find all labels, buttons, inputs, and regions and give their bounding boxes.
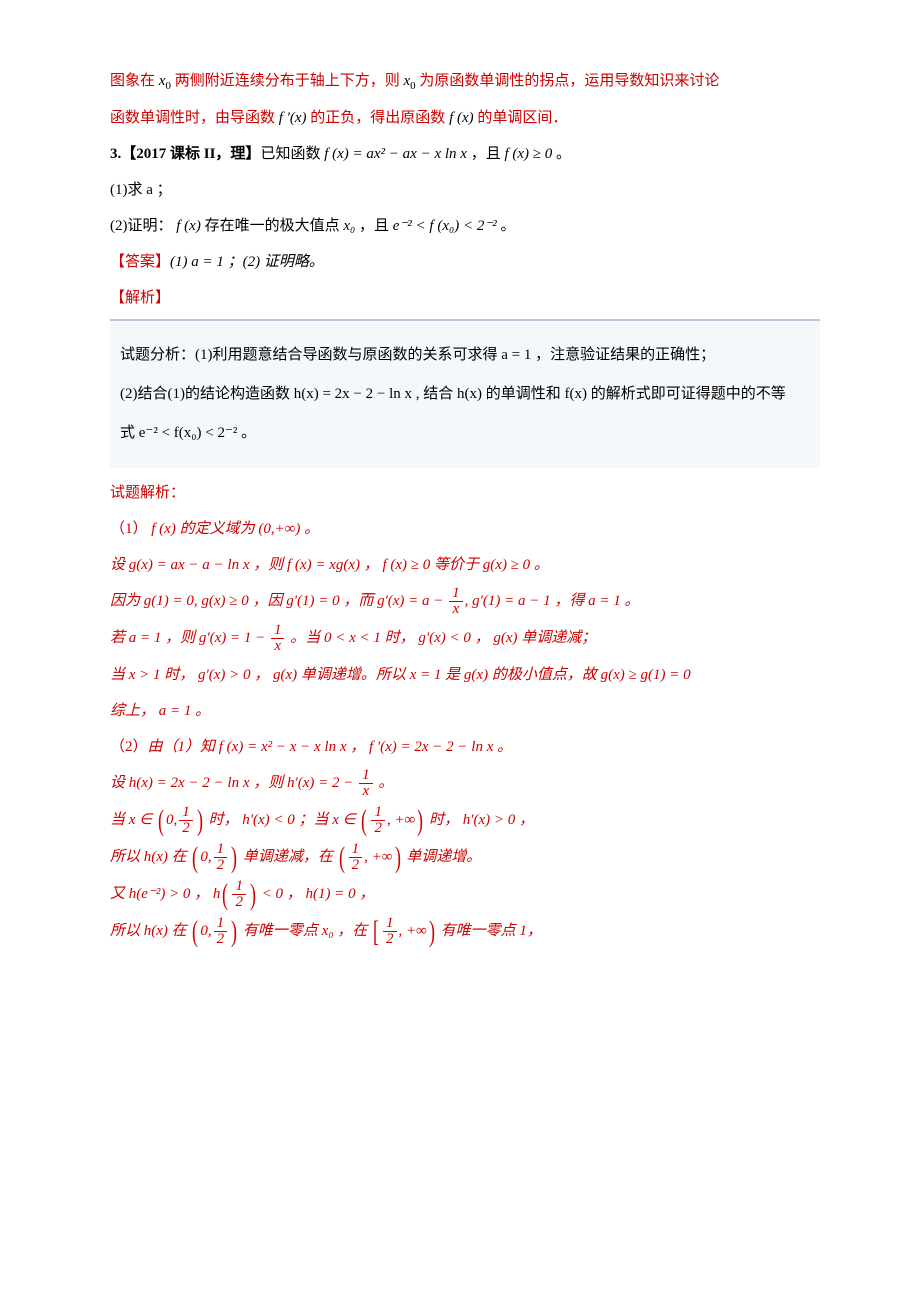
- text: 若 a = 1 ，则 g'(x) = 1 −: [110, 630, 269, 646]
- problem-3-header: 3.【2017 课标 II，理】已知函数 f (x) = ax² − ax − …: [110, 139, 820, 169]
- sol-p2-l1: （2）由（1）知 f (x) = x² − x − x ln x ， f '(x…: [110, 732, 820, 762]
- analysis-label: 【解析】: [110, 283, 820, 313]
- text: (2)证明：: [110, 218, 176, 234]
- text: f (x) 的定义域为 (0,+∞) 。: [148, 521, 320, 537]
- text: 存在唯一的极大值点: [201, 218, 344, 234]
- math: f (x) = ax² − ax − x ln x: [324, 146, 467, 162]
- t: , +∞: [364, 849, 392, 865]
- analysis-line-2: (2)结合(1)的结论构造函数 h(x) = 2x − 2 − ln x , 结…: [120, 378, 810, 411]
- text: 。当 0 < x < 1 时， g'(x) < 0 ， g(x) 单调递减；: [286, 630, 596, 646]
- math: f '(x): [279, 110, 307, 126]
- text: ，且: [467, 146, 505, 162]
- tag: 3.【2017 课标 II，理】: [110, 146, 260, 162]
- analysis-line-1: 试题分析：(1)利用题意结合导函数与原函数的关系可求得 a = 1 ，注意验证结…: [120, 339, 810, 372]
- text: (1) a = 1 ；(2) 证明略。: [170, 254, 324, 270]
- text: 当 x ∈: [110, 812, 156, 828]
- t: 时， h'(x) < 0 ；当 x ∈: [205, 812, 360, 828]
- d: 2: [214, 932, 228, 947]
- t: 0,: [200, 849, 211, 865]
- sol-p1-l6: 综上， a = 1 。: [110, 696, 820, 726]
- label: （1）: [110, 521, 148, 537]
- t: , +∞: [387, 812, 415, 828]
- sol-p1-l4: 若 a = 1 ，则 g'(x) = 1 − 1x 。当 0 < x < 1 时…: [110, 623, 820, 654]
- t: 0,: [200, 923, 211, 939]
- math: f (x): [176, 218, 201, 234]
- n: 1: [232, 879, 246, 895]
- intro-line-2: 函数单调性时，由导函数 f '(x) 的正负，得出原函数 f (x) 的单调区间…: [110, 103, 820, 133]
- label: 【答案】: [110, 254, 170, 270]
- t: 单调递减，在: [239, 849, 337, 865]
- math: x₀: [343, 218, 355, 234]
- d: 2: [371, 821, 385, 836]
- n: 1: [383, 916, 397, 932]
- num: 1: [359, 768, 373, 784]
- sol-p2-l3: 当 x ∈ (0,12) 时， h'(x) < 0 ；当 x ∈ (12, +∞…: [110, 805, 820, 836]
- t: 所以 h(x) 在: [110, 849, 190, 865]
- sol-p2-l5: 又 h(e⁻²) > 0 ， h(12) < 0 ， h(1) = 0 ，: [110, 879, 820, 910]
- n: 1: [179, 805, 193, 821]
- text: 由（1）知 f (x) = x² − x − x ln x ， f '(x) =…: [148, 739, 513, 755]
- analysis-box: 试题分析：(1)利用题意结合导函数与原函数的关系可求得 a = 1 ，注意验证结…: [110, 319, 820, 468]
- math: e⁻² < f (x₀) < 2⁻²: [393, 218, 497, 234]
- n: 1: [371, 805, 385, 821]
- num: 1: [271, 623, 285, 639]
- text: 已知函数: [260, 146, 324, 162]
- sol-p1-l3: 因为 g(1) = 0, g(x) ≥ 0 ，因 g'(1) = 0 ，而 g'…: [110, 586, 820, 617]
- t: , +∞: [399, 923, 427, 939]
- text: 函数单调性时，由导函数: [110, 110, 279, 126]
- t: 所以 h(x) 在: [110, 923, 190, 939]
- math: f (x): [449, 110, 474, 126]
- text: 两侧附近连续分布于轴上下方，则: [171, 73, 404, 89]
- problem-3-q1: (1)求 a ；: [110, 175, 820, 205]
- t: 单调递增。: [403, 849, 482, 865]
- n: 1: [214, 842, 228, 858]
- t: 有唯一零点 1，: [437, 923, 542, 939]
- text: 。: [497, 218, 516, 234]
- text: 的正负，得出原函数: [307, 110, 450, 126]
- text: 。: [375, 775, 394, 791]
- d: 2: [349, 858, 363, 873]
- sol-p1-l2: 设 g(x) = ax − a − ln x ，则 f (x) = xg(x) …: [110, 550, 820, 580]
- t: 0,: [166, 812, 177, 828]
- t: < 0 ， h(1) = 0 ，: [258, 886, 375, 902]
- text: 设 h(x) = 2x − 2 − ln x ，则 h'(x) = 2 −: [110, 775, 357, 791]
- text: ，且: [355, 218, 393, 234]
- text: , g'(1) = a − 1 ，得 a = 1 。: [465, 593, 640, 609]
- den: x: [449, 602, 463, 617]
- t: 有唯一零点 x₀ ，在: [239, 923, 371, 939]
- text: 的单调区间．: [474, 110, 568, 126]
- answer-line: 【答案】(1) a = 1 ；(2) 证明略。: [110, 247, 820, 277]
- label: （2）: [110, 739, 148, 755]
- num: 1: [449, 586, 463, 602]
- sol-p2-l4: 所以 h(x) 在 (0,12) 单调递减，在 (12, +∞) 单调递增。: [110, 842, 820, 873]
- n: 1: [349, 842, 363, 858]
- text: 。: [552, 146, 571, 162]
- sol-p2-l2: 设 h(x) = 2x − 2 − ln x ，则 h'(x) = 2 − 1x…: [110, 768, 820, 799]
- problem-3-q2: (2)证明： f (x) 存在唯一的极大值点 x₀ ，且 e⁻² < f (x₀…: [110, 211, 820, 241]
- analysis-line-3: 式 e⁻² < f(x₀) < 2⁻² 。: [120, 417, 810, 450]
- text: 图象在: [110, 73, 159, 89]
- sol-p2-l6: 所以 h(x) 在 (0,12) 有唯一零点 x₀ ，在 [12, +∞) 有唯…: [110, 916, 820, 947]
- den: x: [271, 639, 285, 654]
- n: 1: [214, 916, 228, 932]
- solution-header: 试题解析：: [110, 478, 820, 508]
- sol-p1-l1: （1） f (x) 的定义域为 (0,+∞) 。: [110, 514, 820, 544]
- den: x: [359, 784, 373, 799]
- math: f (x) ≥ 0: [504, 146, 552, 162]
- d: 2: [232, 895, 246, 910]
- intro-line-1: 图象在 x0 两侧附近连续分布于轴上下方，则 x0 为原函数单调性的拐点，运用导…: [110, 66, 820, 97]
- d: 2: [383, 932, 397, 947]
- text: (1)求 a ；: [110, 182, 172, 198]
- t: 时， h'(x) > 0 ，: [425, 812, 534, 828]
- sol-p1-l5: 当 x > 1 时， g'(x) > 0 ， g(x) 单调递增。所以 x = …: [110, 660, 820, 690]
- d: 2: [179, 821, 193, 836]
- d: 2: [214, 858, 228, 873]
- text: 因为 g(1) = 0, g(x) ≥ 0 ，因 g'(1) = 0 ，而 g'…: [110, 593, 447, 609]
- text: 为原函数单调性的拐点，运用导数知识来讨论: [416, 73, 720, 89]
- t: 又 h(e⁻²) > 0 ， h: [110, 886, 220, 902]
